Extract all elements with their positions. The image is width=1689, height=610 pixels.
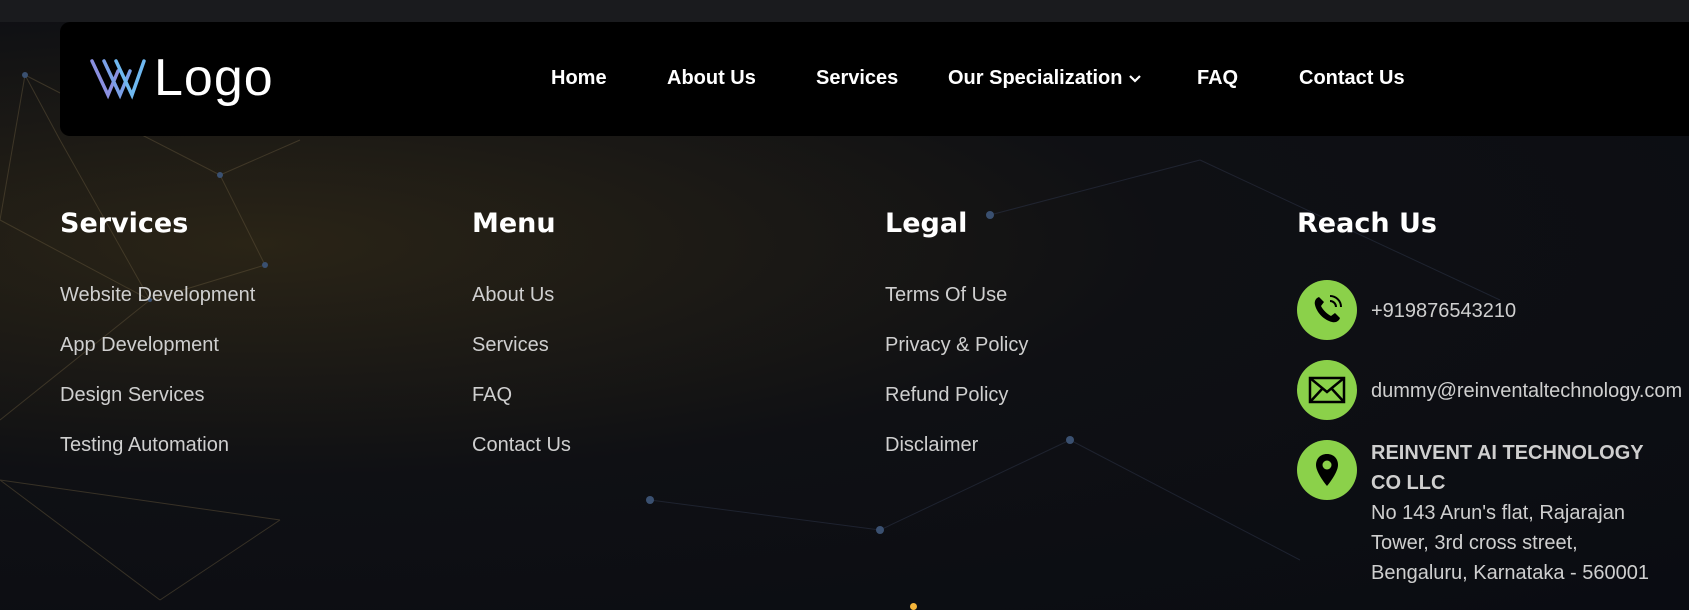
nav-our-specialization-label: Our Specialization [948,67,1123,89]
location-icon-circle [1297,440,1357,500]
footer-link-privacy-policy[interactable]: Privacy & Policy [885,334,1028,357]
location-pin-icon [1316,454,1338,486]
footer-reach-column: Reach Us +919876543210 dummy@reinventalt… [1297,206,1682,584]
contact-address: REINVENT AI TECHNOLOGY CO LLC No 143 Aru… [1297,440,1661,588]
phone-icon [1314,295,1342,323]
company-name: REINVENT AI TECHNOLOGY CO LLC [1371,442,1644,494]
footer-link-refund-policy[interactable]: Refund Policy [885,384,1008,407]
footer-legal-column: Legal Terms Of Use Privacy & Policy Refu… [885,206,1028,456]
footer-reach-title: Reach Us [1297,208,1437,239]
nav-contact-us[interactable]: Contact Us [1299,67,1405,90]
nav-services[interactable]: Services [816,67,898,90]
top-navigation-bar: Logo Home About Us Services Our Speciali… [60,22,1689,136]
nav-faq[interactable]: FAQ [1197,67,1238,90]
main-nav: Home About Us Services Our Specializatio… [60,22,1689,136]
contact-email[interactable]: dummy@reinventaltechnology.com [1297,360,1682,420]
contact-phone[interactable]: +919876543210 [1297,280,1516,340]
nav-home[interactable]: Home [551,67,607,90]
email-address[interactable]: dummy@reinventaltechnology.com [1371,380,1682,403]
phone-icon-circle [1297,280,1357,340]
footer-menu-title: Menu [472,208,556,239]
nav-our-specialization[interactable]: Our Specialization [948,67,1142,90]
footer-link-testing-automation[interactable]: Testing Automation [60,434,229,457]
footer-menu-column: Menu About Us Services FAQ Contact Us [472,206,571,456]
footer-link-about-us[interactable]: About Us [472,284,554,307]
footer-link-design-services[interactable]: Design Services [60,384,205,407]
phone-number[interactable]: +919876543210 [1371,300,1516,323]
footer-link-terms-of-use[interactable]: Terms Of Use [885,284,1007,307]
footer-services-title: Services [60,208,189,239]
mail-icon-circle [1297,360,1357,420]
address-text: No 143 Arun's flat, Rajarajan Tower, 3rd… [1371,502,1649,584]
address-block: REINVENT AI TECHNOLOGY CO LLC No 143 Aru… [1371,438,1661,588]
footer-link-faq[interactable]: FAQ [472,384,512,407]
footer-link-contact-us[interactable]: Contact Us [472,434,571,457]
footer-link-app-development[interactable]: App Development [60,334,219,357]
chevron-down-icon [1129,74,1142,83]
footer-link-services[interactable]: Services [472,334,549,357]
mail-icon [1308,376,1346,404]
decorative-dot [910,603,917,610]
nav-about-us[interactable]: About Us [667,67,756,90]
footer-services-column: Services Website Development App Develop… [60,206,255,456]
footer-link-disclaimer[interactable]: Disclaimer [885,434,978,457]
footer-link-website-development[interactable]: Website Development [60,284,255,307]
footer-legal-title: Legal [885,208,968,239]
